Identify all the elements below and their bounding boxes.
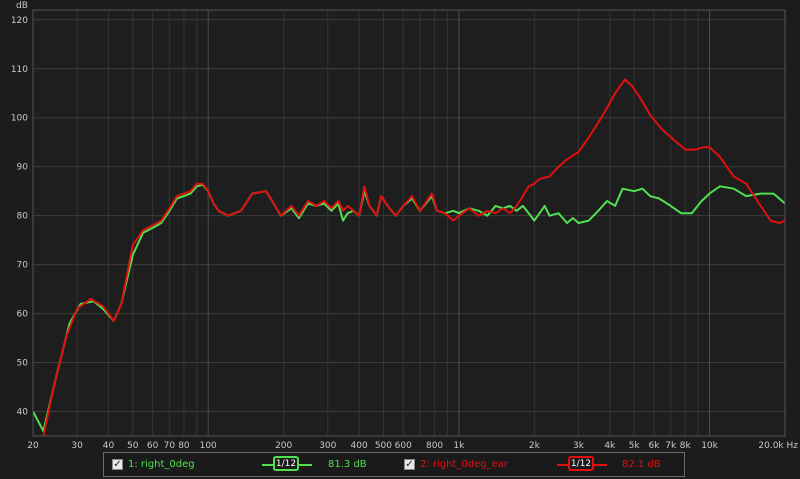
x-tick-label: 200: [275, 441, 292, 451]
y-tick-label: 110: [11, 65, 28, 75]
x-tick-label: 10k: [701, 441, 718, 451]
series2-smoothing-button[interactable]: 1/12: [557, 456, 607, 473]
x-tick-label: 30: [71, 441, 83, 451]
legend: ✓ 1: right_0deg 1/12 81.3 dB ✓ 2: right_…: [103, 452, 685, 477]
series1-smoothing-button[interactable]: 1/12: [262, 456, 312, 473]
series1-level: 81.3 dB: [328, 459, 367, 470]
x-tick-label: 5k: [629, 441, 641, 451]
plot-background: [33, 10, 785, 436]
x-tick-label: 80: [178, 441, 190, 451]
check-mark-icon: ✓: [113, 459, 122, 470]
x-tick-label: 50: [127, 441, 139, 451]
x-tick-label: 4k: [604, 441, 616, 451]
frequency-response-chart: 405060708090100110120 20 30 40 50 60 70 80 100 2…: [11, 1, 798, 451]
y-axis-label: dB: [16, 1, 28, 11]
check-mark-icon: ✓: [405, 459, 414, 470]
x-tick-label: 8k: [680, 441, 692, 451]
x-tick-label: 7k: [665, 441, 677, 451]
x-tick-label: 40: [103, 441, 115, 451]
series2-smoothing-value: 1/12: [568, 456, 594, 471]
y-tick-labels: 40 50 60 70 80 90 100 110 120: [11, 16, 28, 418]
series1-label: 1: right_0deg: [128, 459, 195, 470]
x-tick-label: 300: [319, 441, 336, 451]
x-tick-label: 3k: [573, 441, 585, 451]
y-tick-label: 40: [17, 408, 29, 418]
x-tick-label: 500: [375, 441, 392, 451]
series1-checkbox[interactable]: ✓: [112, 459, 123, 470]
series2-level: 82.1 dB: [622, 459, 661, 470]
x-tick-label: 100: [200, 441, 217, 451]
x-tick-labels: 20 30 40 50 60 70 80 100 200 300 400 500 600 800 1k 2k 3…: [27, 441, 798, 451]
y-tick-label: 50: [17, 359, 29, 369]
x-tick-label: 1k: [453, 441, 465, 451]
y-tick-label: 60: [17, 310, 29, 320]
x-tick-label: 400: [351, 441, 368, 451]
y-tick-label: 70: [17, 261, 29, 271]
x-tick-label: 600: [395, 441, 412, 451]
y-tick-label: 80: [17, 212, 29, 222]
x-tick-label: 70: [164, 441, 176, 451]
x-tick-label: 60: [147, 441, 159, 451]
x-tick-label: 20.0k Hz: [758, 441, 798, 451]
x-tick-label: 6k: [648, 441, 660, 451]
series2-label: 2: right_0deg_ear: [420, 459, 509, 470]
series1-smoothing-value: 1/12: [273, 456, 299, 471]
x-tick-label: 800: [426, 441, 443, 451]
series2-checkbox[interactable]: ✓: [404, 459, 415, 470]
x-tick-label: 2k: [529, 441, 541, 451]
x-tick-label: 20: [27, 441, 39, 451]
y-tick-label: 90: [17, 163, 29, 173]
y-tick-label: 100: [11, 114, 28, 124]
y-tick-label: 120: [11, 16, 28, 26]
